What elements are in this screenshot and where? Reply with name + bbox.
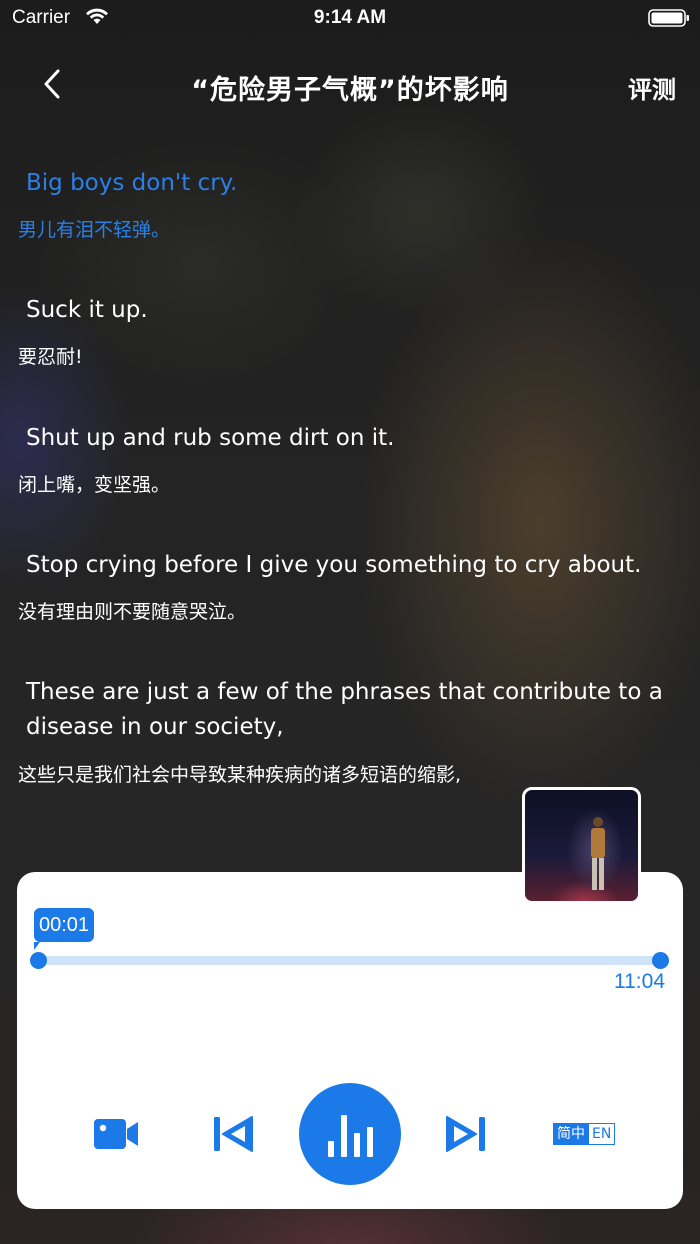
subtitle-english: Suck it up. — [26, 297, 148, 323]
next-button[interactable] — [444, 1112, 488, 1156]
subtitle-english: Big boys don't cry. — [26, 170, 238, 196]
video-button[interactable] — [93, 1112, 139, 1156]
play-pause-button[interactable] — [299, 1083, 401, 1185]
page-title: “危险男子气概”的坏影响 — [191, 75, 509, 106]
progress-handle[interactable] — [30, 952, 47, 969]
progress-track[interactable] — [39, 956, 661, 965]
subtitle-english: Stop crying before I give you something … — [26, 552, 642, 578]
progress-end-handle[interactable] — [652, 952, 669, 969]
video-thumbnail[interactable] — [522, 787, 641, 904]
skip-next-icon — [446, 1116, 485, 1152]
subtitle-chinese: 闭上嘴，变坚强。 — [18, 474, 171, 496]
previous-button[interactable] — [211, 1112, 255, 1156]
subtitle-chinese: 要忍耐! — [18, 346, 83, 368]
status-bar: Carrier 9:14 AM — [0, 0, 700, 36]
skip-previous-icon — [214, 1116, 253, 1152]
language-zh-label: 简中 — [553, 1123, 589, 1145]
battery-icon — [648, 9, 689, 27]
video-camera-icon — [94, 1119, 138, 1149]
nav-bar: “危险男子气概”的坏影响 评测 — [0, 60, 700, 110]
audio-bars-icon — [328, 1115, 373, 1157]
evaluate-button[interactable]: 评测 — [628, 70, 676, 105]
duration-label: 11:04 — [614, 970, 665, 993]
current-time-badge: 00:01 — [34, 908, 95, 950]
subtitle-english: Shut up and rub some dirt on it. — [26, 425, 395, 451]
language-toggle[interactable]: 简中 EN — [553, 1123, 616, 1145]
subtitle-english: These are just a few of the phrases that… — [26, 679, 663, 740]
subtitle-chinese: 男儿有泪不轻弹。 — [18, 219, 171, 241]
language-en-label: EN — [589, 1123, 616, 1145]
clock: 9:14 AM — [313, 7, 387, 28]
player-panel: 00:01 11:04 简中 EN — [17, 872, 683, 1209]
subtitle-chinese: 这些只是我们社会中导致某种疾病的诸多短语的缩影, — [18, 764, 462, 786]
subtitle-chinese: 没有理由则不要随意哭泣。 — [18, 601, 247, 623]
speaker-figure — [591, 817, 605, 890]
